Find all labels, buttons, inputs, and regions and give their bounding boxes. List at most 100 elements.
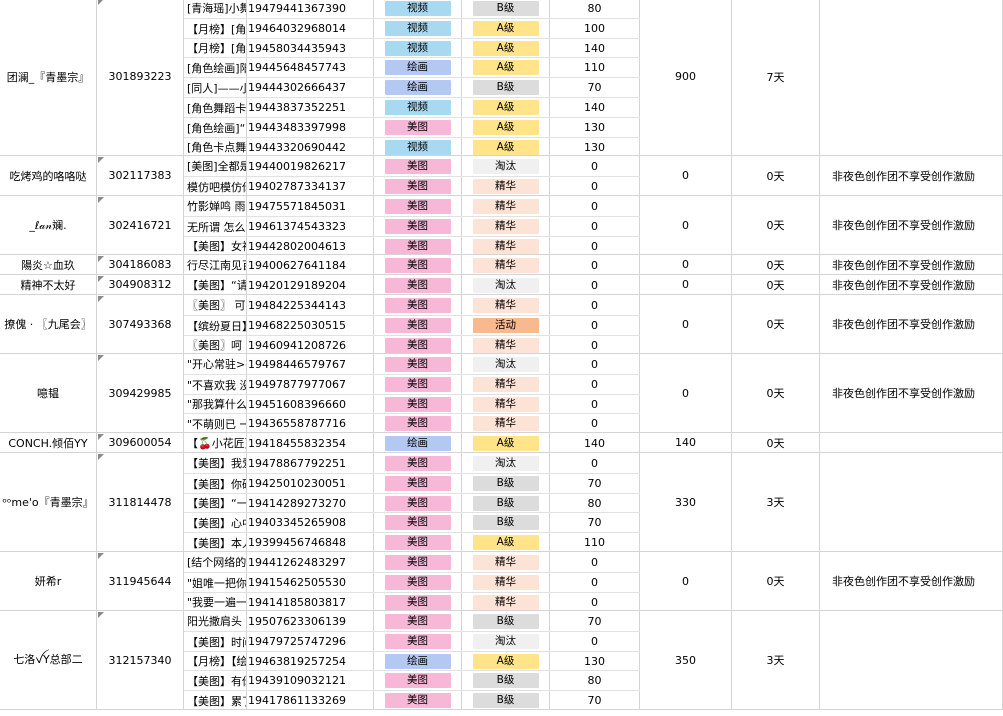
total-points-cell[interactable]: 140 — [640, 433, 732, 452]
type-badge-cell[interactable]: 视频 — [374, 98, 462, 117]
type-badge-cell[interactable]: 美图 — [374, 336, 462, 354]
work-id-cell[interactable]: 19463819257254 — [247, 652, 374, 670]
score-value-cell[interactable]: 0 — [550, 375, 640, 394]
author-name-cell[interactable]: 撩傀 · 〖九尾会〗 — [0, 295, 97, 353]
grade-badge-cell[interactable]: 淘汰 — [462, 354, 550, 374]
score-value-cell[interactable]: 0 — [550, 156, 640, 176]
score-value-cell[interactable]: 0 — [550, 414, 640, 433]
work-title-cell[interactable]: 【美图】你确实 — [184, 474, 247, 493]
grade-badge-cell[interactable]: B级 — [462, 513, 550, 532]
score-value-cell[interactable]: 0 — [550, 336, 640, 354]
score-value-cell[interactable]: 0 — [550, 395, 640, 413]
work-id-cell[interactable]: 19479441367390 — [247, 0, 374, 18]
score-value-cell[interactable]: 70 — [550, 78, 640, 97]
type-badge-cell[interactable]: 视频 — [374, 138, 462, 156]
type-badge-cell[interactable]: 美图 — [374, 275, 462, 295]
reward-days-cell[interactable]: 0天 — [732, 552, 820, 610]
grade-badge-cell[interactable]: A级 — [462, 19, 550, 38]
grade-badge-cell[interactable]: 精华 — [462, 196, 550, 216]
score-value-cell[interactable]: 0 — [550, 573, 640, 592]
reward-days-cell[interactable]: 0天 — [732, 295, 820, 353]
work-id-cell[interactable]: 19403345265908 — [247, 513, 374, 532]
type-badge-cell[interactable]: 美图 — [374, 156, 462, 176]
author-name-cell[interactable]: 团澜_『青墨宗』 — [0, 0, 97, 155]
author-name-cell[interactable]: _ℓ𝒶𝓃斓. — [0, 196, 97, 254]
type-badge-cell[interactable]: 美图 — [374, 611, 462, 631]
type-badge-cell[interactable]: 美图 — [374, 573, 462, 592]
work-title-cell[interactable]: 【美图】“一起去 — [184, 494, 247, 512]
work-title-cell[interactable]: 【月榜】[角色卡 — [184, 39, 247, 57]
note-cell[interactable]: 非夜色创作团不享受创作激励 — [820, 552, 1003, 610]
type-badge-cell[interactable]: 美图 — [374, 632, 462, 651]
type-badge-cell[interactable]: 美图 — [374, 671, 462, 690]
type-badge-cell[interactable]: 美图 — [374, 118, 462, 137]
note-cell[interactable] — [820, 433, 1003, 452]
author-name-cell[interactable]: 噫韫 — [0, 354, 97, 432]
author-name-cell[interactable]: 精神不太好 — [0, 275, 97, 294]
score-value-cell[interactable]: 0 — [550, 217, 640, 236]
work-title-cell[interactable]: [角色绘画]阳光, — [184, 58, 247, 77]
work-id-cell[interactable]: 19468225030515 — [247, 316, 374, 335]
type-badge-cell[interactable]: 视频 — [374, 19, 462, 38]
work-id-cell[interactable]: 19497877977067 — [247, 375, 374, 394]
type-badge-cell[interactable]: 美图 — [374, 295, 462, 315]
grade-badge-cell[interactable]: A级 — [462, 433, 550, 453]
type-badge-cell[interactable]: 美图 — [374, 316, 462, 335]
reward-days-cell[interactable]: 3天 — [732, 611, 820, 709]
total-points-cell[interactable]: 0 — [640, 255, 732, 274]
work-id-cell[interactable]: 19443483397998 — [247, 118, 374, 137]
grade-badge-cell[interactable]: 淘汰 — [462, 156, 550, 176]
work-title-cell[interactable]: [角色舞蹈卡点]青 — [184, 98, 247, 117]
score-value-cell[interactable]: 0 — [550, 552, 640, 572]
note-cell[interactable]: 非夜色创作团不享受创作激励 — [820, 156, 1003, 195]
type-badge-cell[interactable]: 美图 — [374, 474, 462, 493]
work-id-cell[interactable]: 19417861133269 — [247, 691, 374, 710]
score-value-cell[interactable]: 80 — [550, 0, 640, 18]
type-badge-cell[interactable]: 美图 — [374, 375, 462, 394]
author-uid-cell[interactable]: 309600054 — [97, 433, 184, 452]
note-cell[interactable] — [820, 611, 1003, 709]
score-value-cell[interactable]: 140 — [550, 433, 640, 453]
grade-badge-cell[interactable]: B级 — [462, 78, 550, 97]
note-cell[interactable]: 非夜色创作团不享受创作激励 — [820, 275, 1003, 294]
grade-badge-cell[interactable]: A级 — [462, 138, 550, 156]
author-uid-cell[interactable]: 311814478 — [97, 453, 184, 551]
grade-badge-cell[interactable]: B级 — [462, 494, 550, 512]
work-title-cell[interactable]: 【美图】累了给 — [184, 691, 247, 710]
author-uid-cell[interactable]: 312157340 — [97, 611, 184, 709]
type-badge-cell[interactable]: 美图 — [374, 691, 462, 710]
work-title-cell[interactable]: 【缤纷夏日】“夏 — [184, 316, 247, 335]
work-title-cell[interactable]: "不萌则已 一萌惊 — [184, 414, 247, 433]
type-badge-cell[interactable]: 美图 — [374, 453, 462, 473]
grade-badge-cell[interactable]: B级 — [462, 0, 550, 18]
score-value-cell[interactable]: 110 — [550, 58, 640, 77]
type-badge-cell[interactable]: 绘画 — [374, 78, 462, 97]
work-id-cell[interactable]: 19414185803817 — [247, 593, 374, 611]
grade-badge-cell[interactable]: 活动 — [462, 316, 550, 335]
score-value-cell[interactable]: 110 — [550, 533, 640, 552]
author-name-cell[interactable]: 吃烤鸡的咯咯哒 — [0, 156, 97, 195]
author-name-cell[interactable]: ᵒᵒme'o『青墨宗』 — [0, 453, 97, 551]
grade-badge-cell[interactable]: 精华 — [462, 237, 550, 255]
work-id-cell[interactable]: 19439109032121 — [247, 671, 374, 690]
work-title-cell[interactable]: [美图]全都是泡沫 — [184, 156, 247, 176]
grade-badge-cell[interactable]: B级 — [462, 474, 550, 493]
score-value-cell[interactable]: 130 — [550, 652, 640, 670]
work-title-cell[interactable]: 行尽江南见百花 — [184, 255, 247, 275]
work-id-cell[interactable]: 19445648457743 — [247, 58, 374, 77]
work-title-cell[interactable]: 无所谓 怎么了 — [184, 217, 247, 236]
score-value-cell[interactable]: 140 — [550, 98, 640, 117]
reward-days-cell[interactable]: 3天 — [732, 453, 820, 551]
author-uid-cell[interactable]: 311945644 — [97, 552, 184, 610]
grade-badge-cell[interactable]: 精华 — [462, 177, 550, 196]
score-value-cell[interactable]: 0 — [550, 237, 640, 255]
work-title-cell[interactable]: 【美图】我爱你 — [184, 453, 247, 473]
type-badge-cell[interactable]: 美图 — [374, 217, 462, 236]
reward-days-cell[interactable]: 0天 — [732, 196, 820, 254]
work-id-cell[interactable]: 19461374543323 — [247, 217, 374, 236]
work-id-cell[interactable]: 19464032968014 — [247, 19, 374, 38]
type-badge-cell[interactable]: 视频 — [374, 39, 462, 57]
total-points-cell[interactable]: 330 — [640, 453, 732, 551]
author-name-cell[interactable]: 七洛ꪜY总部二 — [0, 611, 97, 709]
grade-badge-cell[interactable]: A级 — [462, 118, 550, 137]
